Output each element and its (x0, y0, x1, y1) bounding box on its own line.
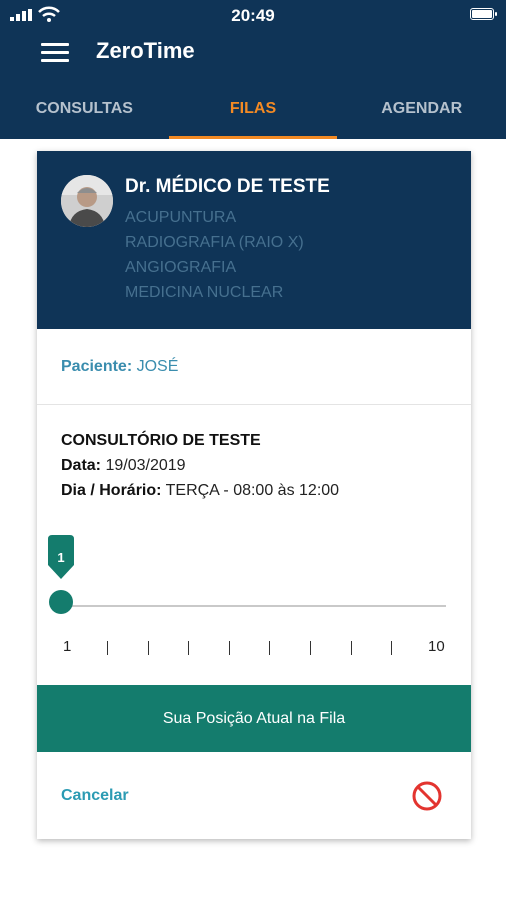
cancel-button[interactable]: Cancelar (61, 787, 129, 805)
office-name: CONSULTÓRIO DE TESTE (61, 432, 261, 449)
tick (269, 641, 270, 655)
tick-max-label: 10 (428, 638, 445, 655)
tick (391, 641, 392, 655)
queue-position-slider[interactable] (61, 605, 446, 607)
date-row: Data: 19/03/2019 (61, 457, 186, 475)
status-bar: 20:49 (0, 0, 506, 30)
tab-filas[interactable]: FILAS (168, 86, 338, 139)
patient-row: Paciente: JOSÉ (61, 358, 178, 376)
schedule-label: Dia / Horário: (61, 482, 162, 499)
avatar (61, 175, 113, 227)
tab-consultas[interactable]: CONSULTAS (0, 86, 169, 139)
queue-position-button[interactable]: Sua Posição Atual na Fila (37, 685, 471, 752)
tick (188, 641, 189, 655)
divider (37, 404, 471, 405)
tab-agendar[interactable]: AGENDAR (337, 86, 506, 139)
slider-ticks: 1 10 (61, 638, 451, 658)
specialty-item: ANGIOGRAFIA (125, 259, 237, 276)
specialty-item: ACUPUNTURA (125, 209, 237, 226)
schedule-row: Dia / Horário: TERÇA - 08:00 às 12:00 (61, 482, 339, 500)
patient-name: JOSÉ (136, 358, 179, 375)
battery-icon (470, 8, 497, 20)
schedule-value: TERÇA - 08:00 às 12:00 (165, 482, 340, 499)
ban-icon[interactable] (411, 780, 443, 812)
slider-value-label: 1 (57, 550, 65, 565)
date-value: 19/03/2019 (105, 457, 186, 474)
status-time: 20:49 (231, 6, 275, 25)
doctor-name: Dr. MÉDICO DE TESTE (125, 176, 330, 197)
date-label: Data: (61, 457, 102, 474)
tick (148, 641, 149, 655)
queue-card: Dr. MÉDICO DE TESTE ACUPUNTURA RADIOGRAF… (37, 151, 471, 839)
menu-icon[interactable] (41, 41, 69, 63)
tick-min-label: 1 (63, 638, 72, 655)
slider-thumb[interactable] (49, 590, 73, 614)
app-title: ZeroTime (96, 38, 195, 63)
tick (107, 641, 108, 655)
app-header: 20:49 ZeroTime CONSULTAS FILAS AGENDAR (0, 0, 506, 139)
tick (351, 641, 352, 655)
specialty-item: RADIOGRAFIA (RAIO X) (125, 234, 304, 251)
patient-label: Paciente: (61, 358, 133, 375)
specialty-item: MEDICINA NUCLEAR (125, 284, 284, 301)
tab-bar: CONSULTAS FILAS AGENDAR (0, 86, 506, 139)
tick (229, 641, 230, 655)
doctor-header: Dr. MÉDICO DE TESTE ACUPUNTURA RADIOGRAF… (37, 151, 471, 329)
tick (310, 641, 311, 655)
